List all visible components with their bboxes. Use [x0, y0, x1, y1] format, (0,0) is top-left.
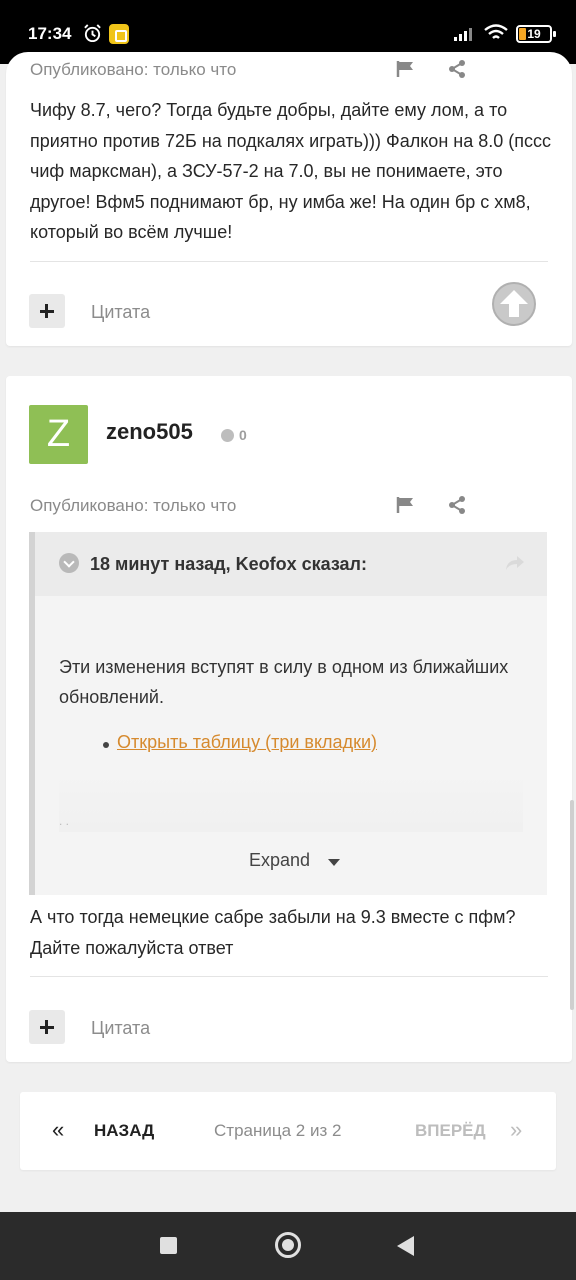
collapse-chevron-icon[interactable] — [59, 553, 79, 573]
reputation-icon — [221, 429, 234, 442]
post-body: А что тогда немецкие сабре забыли на 9.3… — [30, 907, 516, 958]
multiquote-add-button[interactable] — [29, 1010, 65, 1044]
battery-icon: 19 — [516, 25, 556, 43]
battery-level: 19 — [527, 27, 541, 41]
quote-author: 18 минут назад, Keofox сказал: — [90, 554, 367, 574]
arrow-up-icon — [500, 290, 528, 317]
divider — [30, 976, 548, 977]
quote-block: 18 минут назад, Keofox сказал: Эти измен… — [29, 532, 547, 895]
quote-truncation: . . — [59, 814, 70, 828]
back-icon[interactable] — [397, 1236, 414, 1256]
next-page-icon: » — [510, 1117, 523, 1142]
list-bullet — [103, 742, 109, 748]
system-navigation-bar — [0, 1212, 576, 1280]
recent-apps-icon[interactable] — [160, 1237, 177, 1254]
post-published-time: Опубликовано: только что — [30, 60, 237, 79]
prev-page-icon[interactable]: « — [52, 1119, 64, 1141]
report-flag-icon[interactable] — [396, 496, 416, 514]
page-indicator[interactable]: Страница 2 из 2 — [214, 1121, 341, 1141]
quote-header[interactable]: 18 минут назад, Keofox сказал: — [35, 532, 547, 596]
avatar[interactable]: Z — [29, 405, 88, 464]
quote-body: Эти изменения вступят в силу в одном из … — [59, 657, 509, 707]
wifi-icon — [484, 24, 508, 39]
scroll-to-top-button[interactable] — [492, 282, 536, 326]
share-icon[interactable] — [447, 495, 467, 515]
prev-page-button[interactable]: НАЗАД — [94, 1121, 154, 1141]
pagination: « НАЗАД Страница 2 из 2 ВПЕРЁД » — [20, 1092, 556, 1170]
scrollbar[interactable] — [570, 800, 574, 1010]
notification-app-icon — [109, 24, 129, 44]
expand-button[interactable]: Expand — [249, 850, 310, 871]
report-flag-icon[interactable] — [396, 60, 416, 78]
divider — [30, 261, 548, 262]
caret-down-icon[interactable] — [328, 859, 340, 866]
quote-button[interactable]: Цитата — [91, 1018, 150, 1039]
post-author-name[interactable]: zeno505 — [106, 419, 193, 445]
signal-icon — [454, 28, 472, 41]
share-icon[interactable] — [447, 59, 467, 79]
spreadsheet-link[interactable]: Открыть таблицу (три вкладки) — [117, 732, 377, 753]
quote-jump-icon[interactable] — [505, 554, 525, 572]
post-card-1: Опубликовано: только что Чифу 8.7, чего?… — [6, 52, 572, 346]
home-icon[interactable] — [275, 1232, 301, 1258]
status-time: 17:34 — [28, 24, 72, 43]
multiquote-add-button[interactable] — [29, 294, 65, 328]
post-body: Чифу 8.7, чего? Тогда будьте добры, дайт… — [30, 100, 551, 242]
quote-button[interactable]: Цитата — [91, 302, 150, 323]
post-card-2: Z zeno505 0 Опубликовано: только что 18 … — [6, 376, 572, 1062]
quote-fade — [59, 772, 523, 832]
post-published-time: Опубликовано: только что — [30, 496, 237, 515]
reputation-count: 0 — [239, 427, 247, 443]
next-page-button: ВПЕРЁД — [415, 1121, 486, 1140]
alarm-icon — [84, 24, 101, 43]
